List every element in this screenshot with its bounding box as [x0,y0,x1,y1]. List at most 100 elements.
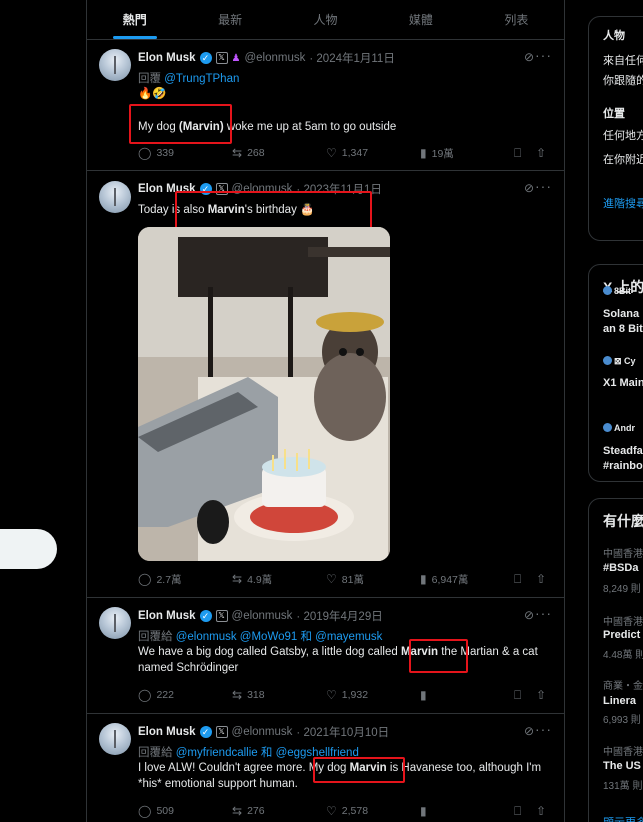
dog-birthday-photo [138,227,390,561]
grok-icon[interactable]: ⊘ [524,50,534,64]
like-button[interactable]: ♡ 1,347 [326,146,420,160]
tweet-date[interactable]: · 2019年4月29日 [296,608,382,624]
trend-name[interactable]: The US [603,760,641,772]
reply-link[interactable]: @elonmusk @MoWo91 和 @mayemusk [176,631,383,643]
tweet-photo[interactable] [138,227,390,561]
tab-latest[interactable]: 最新 [182,0,277,39]
bookmark-button[interactable]: ⎕ [514,572,536,587]
reply-prefix: 回覆 [138,73,161,85]
like-button[interactable]: ♡ 2,578 [326,804,420,818]
share-button[interactable]: ⇧ [536,146,550,160]
tweet[interactable]: Elon Musk ✓ 𝕏 ♟ @elonmusk · 2024年1月11日 ⊘… [87,40,564,171]
retweet-icon: ⇆ [232,146,243,160]
reply-button[interactable]: ◯ 222 [138,688,232,702]
filter-location-near[interactable]: 在你附近 [603,151,643,167]
annotation-box [175,191,372,229]
retweet-button[interactable]: ⇆ 268 [232,146,326,160]
tab-label: 熱門 [122,13,147,27]
bookmark-icon: ⎕ [514,145,522,160]
emoji-line: 🔥🤣 [138,88,167,100]
trend-name[interactable]: Linera [603,695,636,707]
tweet-date[interactable]: · 2021年10月10日 [296,724,389,740]
avatar[interactable] [99,723,131,755]
tab-top[interactable]: 熱門 [87,0,182,39]
tweet-header: Elon Musk ✓ 𝕏 @elonmusk · 2019年4月29日 [138,608,383,624]
tweet-date[interactable]: · 2024年1月11日 [309,50,394,66]
reply-button[interactable]: ◯ 509 [138,804,232,818]
share-icon: ⇧ [536,804,547,818]
tweet-text: We have a big dog called Gatsby, a littl… [138,646,538,674]
show-more-link[interactable]: 顯示更多 [603,814,643,822]
grok-icon[interactable]: ⊘ [524,608,534,622]
share-button[interactable]: ⇧ [536,804,550,818]
tweet-actions: ◯ 509 ⇆ 276 ♡ 2,578 ▮ ⎕ ⇧ [138,803,550,819]
trends-title: 有什麼 [603,513,643,529]
share-button[interactable]: ⇧ [536,572,550,586]
share-button[interactable]: ⇧ [536,688,550,702]
author-handle[interactable]: @elonmusk [232,726,293,738]
author-name[interactable]: Elon Musk [138,52,196,64]
bookmark-button[interactable]: ⎕ [514,146,536,161]
filter-people-anyone[interactable]: 來自任何 [603,52,643,68]
author-name[interactable]: Elon Musk [138,726,196,738]
trend-meta: 商業・金 [603,681,643,692]
item-2-line1[interactable]: X1 Main [603,377,643,389]
active-tab-indicator [112,36,157,39]
advanced-search-link[interactable]: 進階搜尋 [603,195,643,211]
reply-link[interactable]: @TrungTPhan [164,73,239,85]
trend-name[interactable]: Predict [603,629,640,641]
filter-location-anywhere[interactable]: 任何地方 [603,127,643,143]
item-1-line2[interactable]: an 8 Bit [603,323,643,335]
grok-icon[interactable]: ⊘ [524,181,534,195]
retweet-button[interactable]: ⇆ 318 [232,688,326,702]
tweet[interactable]: Elon Musk ✓ 𝕏 @elonmusk · 2019年4月29日 ⊘ ·… [87,598,564,714]
tweet[interactable]: Elon Musk ✓ 𝕏 @elonmusk · 2021年10月10日 ⊘ … [87,714,564,822]
reply-icon: ◯ [138,804,152,818]
more-icon[interactable]: ··· [535,47,552,63]
trend-name[interactable]: #BSDa [603,562,638,574]
avatar[interactable] [99,49,131,81]
bookmark-button[interactable]: ⎕ [514,804,536,819]
reply-button[interactable]: ◯ 2.7萬 [138,572,232,587]
author-handle[interactable]: @elonmusk [232,610,293,622]
more-icon[interactable]: ··· [535,605,552,621]
like-button[interactable]: ♡ 1,932 [326,688,420,702]
retweet-button[interactable]: ⇆ 4.9萬 [232,572,326,587]
item-3-line1[interactable]: Steadfa [603,445,643,457]
item-1-user[interactable]: 8Bit [603,286,631,296]
more-icon[interactable]: ··· [535,721,552,737]
author-handle[interactable]: @elonmusk [244,52,305,64]
more-icon[interactable]: ··· [535,178,552,194]
views-button[interactable]: ▮ 19萬 [420,146,514,161]
item-2-user[interactable]: ⊠ Cy [603,356,636,367]
avatar [603,356,612,365]
tab-lists[interactable]: 列表 [469,0,564,39]
retweet-button[interactable]: ⇆ 276 [232,804,326,818]
reply-button[interactable]: ◯ 339 [138,146,232,160]
tab-media[interactable]: 媒體 [373,0,468,39]
item-3-user[interactable]: Andr [603,423,635,433]
views-button[interactable]: ▮ 6,947萬 [420,572,514,587]
search-tabs: 熱門 最新 人物 媒體 列表 [87,0,564,40]
tweet-actions: ◯ 339 ⇆ 268 ♡ 1,347 ▮ 19萬 ⎕ ⇧ [138,145,550,161]
avatar [603,423,612,432]
reply-icon: ◯ [138,146,152,160]
trend-count: 131萬 則 [603,781,643,792]
filter-people-following[interactable]: 你跟隨的 [603,72,643,88]
views-icon: ▮ [420,804,427,818]
avatar[interactable] [99,181,131,213]
author-name[interactable]: Elon Musk [138,610,196,622]
avatar[interactable] [99,607,131,639]
bookmark-button[interactable]: ⎕ [514,688,536,703]
like-button[interactable]: ♡ 81萬 [326,572,420,587]
views-button[interactable]: ▮ [420,688,514,702]
right-sidebar: 人物 來自任何 你跟隨的 位置 任何地方 在你附近 進階搜尋 X 上的 8Bit… [588,0,643,822]
left-pill-button[interactable] [0,529,57,569]
views-button[interactable]: ▮ [420,804,514,818]
tab-people[interactable]: 人物 [278,0,373,39]
item-1-line1[interactable]: Solana [603,308,639,320]
tweet[interactable]: Elon Musk ✓ 𝕏 @elonmusk · 2023年11月1日 ⊘ ·… [87,171,564,598]
item-3-line2[interactable]: #rainbo [603,460,643,472]
x-ai-card: X 上的 8Bit Solana an 8 Bit ⊠ Cy X1 Main A… [588,264,643,482]
grok-icon[interactable]: ⊘ [524,724,534,738]
